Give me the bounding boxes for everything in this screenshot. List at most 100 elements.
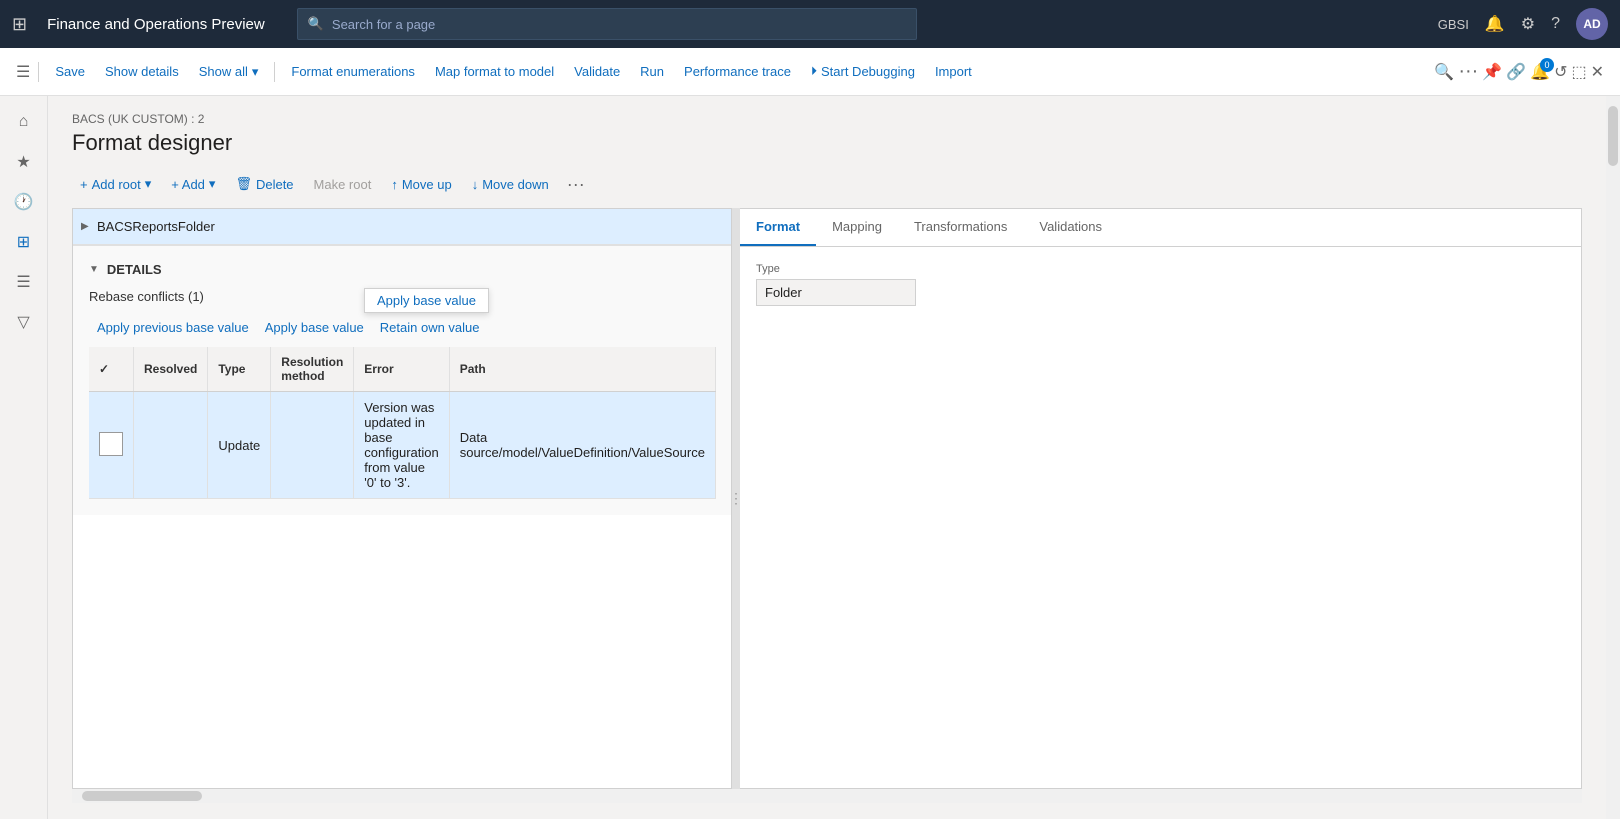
row-type-cell: Update: [208, 392, 271, 499]
notifications-badge[interactable]: 🔔0: [1530, 62, 1550, 82]
action-row: Apply base value Apply previous base val…: [89, 316, 715, 339]
col-method-header: Resolution method: [271, 347, 354, 392]
main-layout: ⌂ ★ 🕐 ⊞ ☰ ▽ BACS (UK CUSTOM) : 2 Format …: [0, 96, 1620, 819]
details-area: ▼ DETAILS Rebase conflicts (1) Apply bas…: [73, 245, 731, 515]
tab-format[interactable]: Format: [740, 209, 816, 246]
left-sidebar: ⌂ ★ 🕐 ⊞ ☰ ▽: [0, 96, 48, 819]
tree-expand-icon: ▶: [81, 221, 97, 232]
toolbar-pin-icon[interactable]: 📌: [1482, 62, 1502, 82]
search-icon: 🔍: [308, 16, 324, 32]
settings-icon[interactable]: ⚙: [1521, 14, 1535, 34]
retain-own-value-button[interactable]: Retain own value: [372, 316, 488, 339]
help-icon[interactable]: ?: [1551, 15, 1560, 33]
save-button[interactable]: Save: [47, 60, 93, 83]
hamburger-icon[interactable]: ☰: [16, 62, 30, 82]
top-navigation-bar: ⊞ Finance and Operations Preview 🔍 Searc…: [0, 0, 1620, 48]
toolbar-ext-icon[interactable]: 🔗: [1506, 62, 1526, 82]
col-error-header: Error: [354, 347, 449, 392]
sidebar-list-icon[interactable]: ☰: [6, 264, 42, 300]
type-field-row: Type Folder: [756, 263, 1565, 306]
inner-toolbar: + Add root ▾ + Add ▾ 🗑 Delete Make root …: [72, 172, 1582, 196]
hscrollbar-thumb[interactable]: [82, 791, 202, 801]
add-root-button[interactable]: + Add root ▾: [72, 172, 159, 196]
search-placeholder: Search for a page: [332, 17, 435, 32]
right-panel: Format Mapping Transformations Validatio…: [740, 208, 1582, 789]
format-area: ▶ BACSReportsFolder ▼ DETAILS Rebase con…: [72, 208, 1582, 789]
vertical-scrollbar[interactable]: [1606, 96, 1620, 819]
tree-node-label: BACSReportsFolder: [97, 219, 215, 234]
grid-icon[interactable]: ⊞: [12, 14, 27, 35]
start-debugging-button[interactable]: ⏵ Start Debugging: [803, 60, 923, 83]
details-header: ▼ DETAILS: [89, 262, 715, 277]
sidebar-filter-icon[interactable]: ▽: [6, 304, 42, 340]
show-details-button[interactable]: Show details: [97, 60, 187, 83]
conflict-table: ✓ Resolved Type Resolution method Error …: [89, 347, 716, 499]
topbar-right-area: GBSI 🔔 ⚙ ? AD: [1438, 8, 1608, 40]
page-title: Format designer: [72, 130, 1582, 156]
sidebar-recent-icon[interactable]: 🕐: [6, 184, 42, 220]
close-icon[interactable]: ✕: [1591, 62, 1604, 82]
horizontal-scrollbar[interactable]: [72, 789, 1582, 803]
move-down-button[interactable]: ↓ Move down: [464, 173, 557, 196]
refresh-icon[interactable]: ↺: [1554, 62, 1567, 82]
row-resolved-cell: [134, 392, 208, 499]
tree-pane: ▶ BACSReportsFolder ▼ DETAILS Rebase con…: [72, 208, 732, 789]
details-title: DETAILS: [107, 262, 162, 277]
toolbar-divider-1: [38, 62, 39, 82]
col-path-header: Path: [449, 347, 715, 392]
col-type-header: Type: [208, 347, 271, 392]
check-all-icon[interactable]: ✓: [99, 362, 109, 376]
tree-row-root[interactable]: ▶ BACSReportsFolder: [73, 209, 731, 245]
apply-previous-base-value-button[interactable]: Apply previous base value: [89, 316, 257, 339]
performance-trace-button[interactable]: Performance trace: [676, 60, 799, 83]
row-method-cell: [271, 392, 354, 499]
tab-bar: Format Mapping Transformations Validatio…: [740, 209, 1581, 247]
table-row[interactable]: Update Version was updated in base confi…: [89, 392, 715, 499]
move-up-button[interactable]: ↑ Move up: [383, 173, 459, 196]
row-path-cell: Data source/model/ValueDefinition/ValueS…: [449, 392, 715, 499]
details-collapse-icon[interactable]: ▼: [89, 264, 99, 275]
vscrollbar-thumb[interactable]: [1608, 106, 1618, 166]
toolbar-search-icon[interactable]: 🔍: [1434, 62, 1454, 82]
run-button[interactable]: Run: [632, 60, 672, 83]
inner-toolbar-more[interactable]: ···: [561, 174, 591, 195]
validate-button[interactable]: Validate: [566, 60, 628, 83]
row-checkbox[interactable]: [99, 432, 123, 456]
user-avatar[interactable]: AD: [1576, 8, 1608, 40]
search-box[interactable]: 🔍 Search for a page: [297, 8, 917, 40]
tab-mapping[interactable]: Mapping: [816, 209, 898, 246]
map-format-button[interactable]: Map format to model: [427, 60, 562, 83]
content-area: BACS (UK CUSTOM) : 2 Format designer + A…: [48, 96, 1606, 819]
sidebar-favorites-icon[interactable]: ★: [6, 144, 42, 180]
import-button[interactable]: Import: [927, 60, 980, 83]
show-all-button[interactable]: Show all ▾: [191, 60, 267, 84]
make-root-button[interactable]: Make root: [306, 173, 380, 196]
type-field-label: Type: [756, 263, 1565, 275]
apply-base-value-tooltip[interactable]: Apply base value: [364, 288, 489, 313]
notifications-icon[interactable]: 🔔: [1485, 14, 1505, 34]
tab-transformations[interactable]: Transformations: [898, 209, 1023, 246]
sidebar-home-icon[interactable]: ⌂: [6, 104, 42, 140]
breadcrumb: BACS (UK CUSTOM) : 2: [72, 112, 1582, 126]
tab-validations[interactable]: Validations: [1023, 209, 1118, 246]
add-root-chevron-icon: ▾: [145, 176, 152, 192]
arrow-down-icon: ↓: [472, 177, 479, 192]
format-enumerations-button[interactable]: Format enumerations: [283, 60, 423, 83]
plus-icon: +: [80, 177, 88, 192]
sidebar-workspaces-icon[interactable]: ⊞: [6, 224, 42, 260]
add-button[interactable]: + Add ▾: [163, 172, 223, 196]
toolbar-divider-2: [274, 62, 275, 82]
user-code: GBSI: [1438, 17, 1469, 32]
app-title: Finance and Operations Preview: [47, 16, 265, 33]
apply-base-value-button[interactable]: Apply base value: [257, 316, 372, 339]
arrow-up-icon: ↑: [391, 177, 398, 192]
main-toolbar: ☰ Save Show details Show all ▾ Format en…: [0, 48, 1620, 96]
toolbar-more-icon[interactable]: ···: [1458, 60, 1478, 83]
delete-button[interactable]: 🗑 Delete: [227, 172, 301, 196]
pane-divider[interactable]: [732, 208, 740, 789]
popout-icon[interactable]: ⬚: [1571, 62, 1586, 82]
type-field-value: Folder: [756, 279, 916, 306]
col-check-header: ✓: [89, 347, 134, 392]
chevron-down-icon: ▾: [252, 64, 259, 80]
delete-icon: 🗑: [235, 176, 252, 192]
